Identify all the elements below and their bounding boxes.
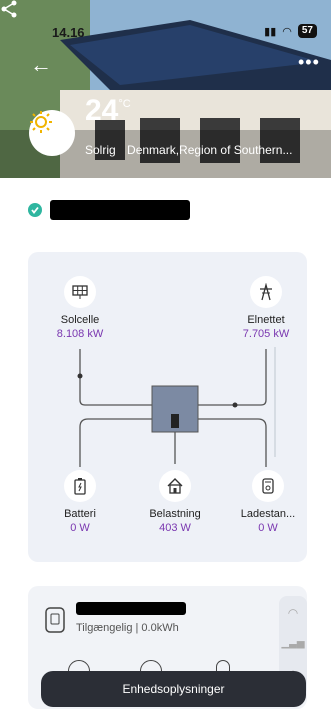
more-options-icon[interactable]: ••• bbox=[298, 52, 320, 73]
signal-bars-icon: ▁▃▅ bbox=[281, 638, 305, 649]
solar-node[interactable]: Solcelle 8.108 kW bbox=[45, 276, 115, 340]
share-icon[interactable] bbox=[0, 0, 18, 18]
house-icon bbox=[159, 470, 191, 502]
back-arrow-icon[interactable]: ← bbox=[30, 52, 52, 78]
grid-node[interactable]: Elnettet 7.705 kW bbox=[233, 276, 299, 340]
solar-value: 8.108 kW bbox=[56, 328, 104, 340]
status-icons: ▮▮ ◠ 57 bbox=[264, 24, 317, 38]
solar-panel-icon bbox=[64, 276, 96, 308]
charger-value: 0 W bbox=[258, 522, 278, 534]
battery-storage-icon bbox=[64, 470, 96, 502]
device-status: Tilgængelig | 0.0kWh bbox=[76, 622, 179, 634]
battery-label: Batteri bbox=[64, 508, 96, 520]
weather-info: Solrig Denmark,Region of Southern... bbox=[85, 143, 300, 157]
load-label: Belastning bbox=[149, 508, 201, 520]
charger-device-icon bbox=[45, 607, 65, 633]
hero-banner: 14.16 ▮▮ ◠ 57 ← ••• 24°C Solrig Denmark,… bbox=[0, 0, 331, 178]
charger-node[interactable]: Ladestan... 0 W bbox=[233, 470, 303, 534]
status-time: 14.16 bbox=[52, 25, 85, 40]
weather-location: Denmark,Region of Southern... bbox=[127, 143, 293, 157]
grid-value: 7.705 kW bbox=[242, 328, 290, 340]
check-circle-icon bbox=[28, 203, 42, 217]
redacted-device-name bbox=[76, 602, 186, 615]
power-tower-icon bbox=[250, 276, 282, 308]
weather-condition: Solrig bbox=[85, 143, 116, 157]
sun-icon bbox=[29, 110, 75, 156]
device-info-button[interactable]: Enhedsoplysninger bbox=[41, 671, 306, 707]
wifi-icon: ◠ bbox=[282, 25, 292, 38]
charger-label: Ladestan... bbox=[240, 508, 296, 520]
temperature: 24°C bbox=[85, 94, 131, 127]
load-value: 403 W bbox=[159, 522, 191, 534]
redacted-name bbox=[50, 200, 190, 220]
ev-charger-icon bbox=[252, 470, 284, 502]
battery-value: 0 W bbox=[70, 522, 90, 534]
load-node[interactable]: Belastning 403 W bbox=[140, 470, 210, 534]
site-owner-row bbox=[28, 200, 190, 220]
wifi-signal-icon: ◠ bbox=[287, 606, 299, 620]
battery-node[interactable]: Batteri 0 W bbox=[50, 470, 110, 534]
grid-label: Elnettet bbox=[247, 314, 285, 326]
energy-flow-card: Solcelle 8.108 kW Elnettet 7.705 kW Batt… bbox=[28, 252, 307, 562]
battery-icon: 57 bbox=[297, 24, 317, 38]
signal-icon: ▮▮ bbox=[264, 25, 277, 38]
solar-label: Solcelle bbox=[60, 314, 100, 326]
